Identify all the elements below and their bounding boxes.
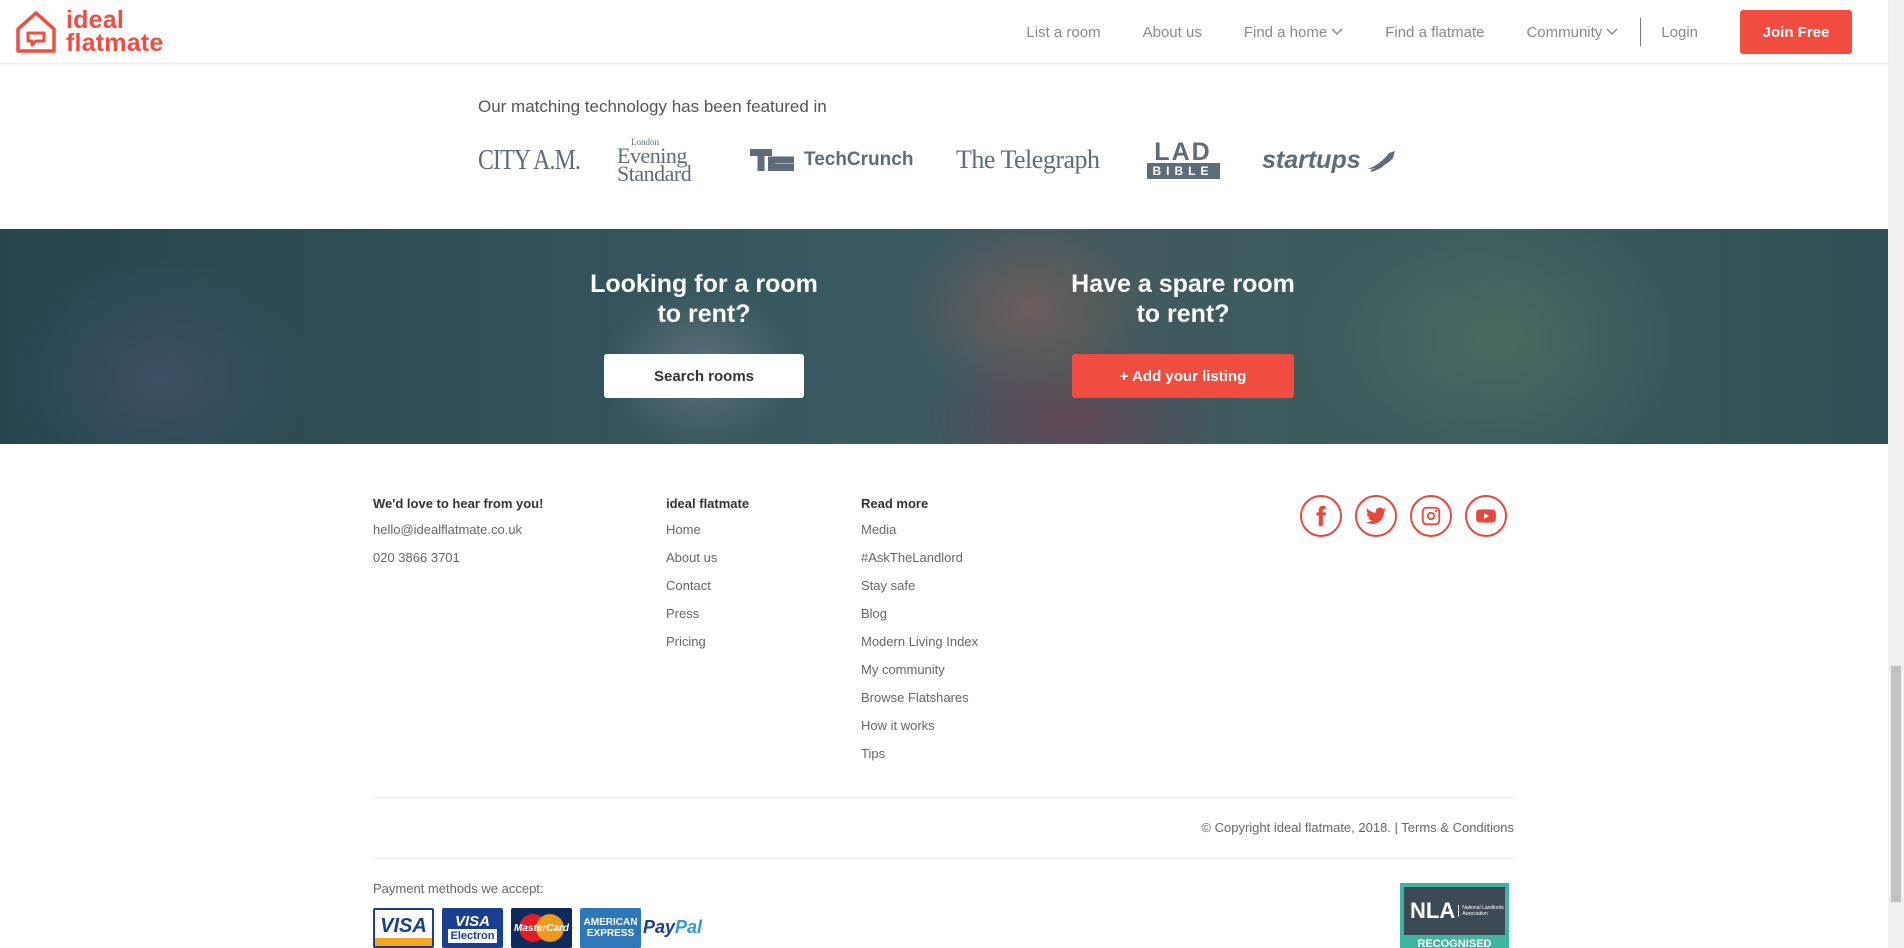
nav-community[interactable]: Community [1526, 24, 1618, 41]
footer-brand-links: ideal flatmate Home About us Contact Pre… [666, 496, 749, 661]
nav-divider [1640, 18, 1642, 46]
footer-read-more: Read more Media #AskTheLandlord Stay saf… [861, 496, 978, 773]
logo-text: ideal flatmate [66, 8, 164, 57]
startups-text: startups [1262, 145, 1361, 174]
footer-contact: We'd love to hear from you! hello@idealf… [373, 496, 543, 577]
facebook-icon [1316, 505, 1327, 527]
mastercard-card-icon: MasterCard [511, 908, 572, 948]
site-logo[interactable]: ideal flatmate [14, 8, 164, 57]
looking-for-room-heading: Looking for a room to rent? [590, 270, 818, 328]
twitter-icon [1365, 507, 1387, 524]
techcrunch-logo: TechCrunch [750, 138, 913, 182]
paypal-pal: Pal [675, 917, 703, 937]
evening-standard-logo: London Evening Standard [617, 137, 692, 186]
amex-line-1: AMERICAN [583, 917, 638, 928]
footer-link-how-it-works[interactable]: How it works [861, 717, 978, 745]
copyright-text: © Copyright ideal flatmate, 2018. | Term… [1201, 820, 1514, 835]
footer-email-link[interactable]: hello@idealflatmate.co.uk [373, 521, 543, 549]
rocket-icon [1366, 151, 1395, 172]
instagram-icon [1421, 506, 1441, 526]
house-logo-icon [16, 11, 56, 53]
chevron-down-icon [1331, 28, 1343, 36]
join-free-button[interactable]: Join Free [1740, 10, 1852, 54]
page-scrollbar[interactable] [1888, 0, 1904, 948]
ladbible-bible: BIBLE [1146, 163, 1220, 179]
footer-divider-bottom [373, 858, 1514, 859]
footer-link-home[interactable]: Home [666, 521, 749, 549]
featured-title: Our matching technology has been feature… [478, 97, 827, 116]
nav-login[interactable]: Login [1661, 24, 1698, 41]
mastercard-text: MasterCard [513, 922, 570, 934]
footer-read-more-heading: Read more [861, 496, 929, 511]
youtube-icon [1476, 509, 1496, 523]
amex-line-2: EXPRESS [586, 928, 635, 939]
payment-methods-title: Payment methods we accept: [373, 881, 544, 896]
telegraph-logo: The Telegraph [956, 145, 1100, 174]
footer-link-browse-flatshares[interactable]: Browse Flatshares [861, 689, 978, 717]
footer-link-contact[interactable]: Contact [666, 577, 749, 605]
spare-room-panel: Have a spare room to rent? + Add your li… [1063, 269, 1303, 398]
visa-card-text: VISA [380, 914, 427, 937]
startups-logo: startups [1262, 138, 1399, 182]
social-links [1300, 495, 1507, 537]
visa-electron-card-icon: VISA Electron [442, 908, 503, 948]
instagram-link[interactable] [1410, 495, 1452, 537]
footer-link-blog[interactable]: Blog [861, 605, 978, 633]
amex-card-icon: AMERICAN EXPRESS [580, 908, 641, 948]
visa-card-icon: VISA [373, 908, 434, 948]
footer-divider-top [373, 797, 1514, 798]
nav-find-a-home-label: Find a home [1243, 23, 1328, 41]
main-nav: List a room About us Find a home Find a … [1026, 10, 1888, 54]
facebook-link[interactable] [1300, 495, 1342, 537]
footer-brand-heading: ideal flatmate [666, 496, 750, 511]
ladbible-logo: LAD BIBLE [1144, 138, 1222, 182]
press-logos: CITY A.M. London Evening Standard TechCr… [478, 137, 1418, 186]
footer-phone[interactable]: 020 3866 3701 [373, 549, 543, 577]
visa-electron-e: Electron [448, 928, 497, 943]
footer-link-media[interactable]: Media [861, 521, 978, 549]
footer-link-pricing[interactable]: Pricing [666, 633, 749, 661]
scrollbar-thumb[interactable] [1891, 666, 1901, 902]
nla-badge-inner: NLA National Landlords Association [1404, 887, 1505, 935]
paypal-logo: PayPal [643, 917, 702, 938]
logo-line-2: flatmate [66, 29, 164, 57]
nla-full-name: National Landlords Association [1458, 905, 1505, 917]
youtube-link[interactable] [1465, 495, 1507, 537]
nla-recognised-text: RECOGNISED [1417, 938, 1492, 948]
looking-for-room-panel: Looking for a room to rent? Search rooms [584, 269, 824, 398]
footer-link-about-us[interactable]: About us [666, 549, 749, 577]
techcrunch-text: TechCrunch [804, 149, 914, 170]
footer-link-tips[interactable]: Tips [861, 745, 978, 773]
footer-link-stay-safe[interactable]: Stay safe [861, 577, 978, 605]
site-header: ideal flatmate List a room About us Find… [0, 0, 1888, 64]
chevron-down-icon [1606, 28, 1618, 36]
nla-recognised-badge: NLA National Landlords Association RECOG… [1400, 883, 1509, 948]
nav-community-label: Community [1526, 23, 1603, 41]
visa-electron-v: VISA [454, 912, 490, 930]
ladbible-lad: LAD [1154, 138, 1212, 166]
spare-room-heading: Have a spare room to rent? [1071, 270, 1295, 328]
footer-link-press[interactable]: Press [666, 605, 749, 633]
cityam-logo: CITY A.M. [478, 143, 581, 176]
footer-link-ask-the-landlord[interactable]: #AskTheLandlord [861, 549, 978, 577]
cta-hero-banner: Looking for a room to rent? Search rooms… [0, 229, 1888, 444]
nla-letters: NLA [1410, 898, 1456, 923]
nav-about-us[interactable]: About us [1143, 24, 1202, 41]
payment-cards: VISA VISA Electron MasterCard AMERICAN E… [373, 908, 702, 948]
paypal-pay: Pay [643, 917, 676, 937]
twitter-link[interactable] [1355, 495, 1397, 537]
techcrunch-mark-icon [750, 149, 794, 171]
footer-link-modern-living-index[interactable]: Modern Living Index [861, 633, 978, 661]
add-listing-button[interactable]: + Add your listing [1072, 354, 1294, 398]
evening-standard-line-2: Standard [617, 160, 692, 186]
nav-list-a-room[interactable]: List a room [1026, 24, 1100, 41]
nav-find-a-flatmate[interactable]: Find a flatmate [1385, 24, 1484, 41]
nav-find-a-home[interactable]: Find a home [1244, 24, 1343, 41]
search-rooms-button[interactable]: Search rooms [604, 354, 804, 398]
footer-contact-heading: We'd love to hear from you! [373, 496, 544, 511]
footer-link-my-community[interactable]: My community [861, 661, 978, 689]
